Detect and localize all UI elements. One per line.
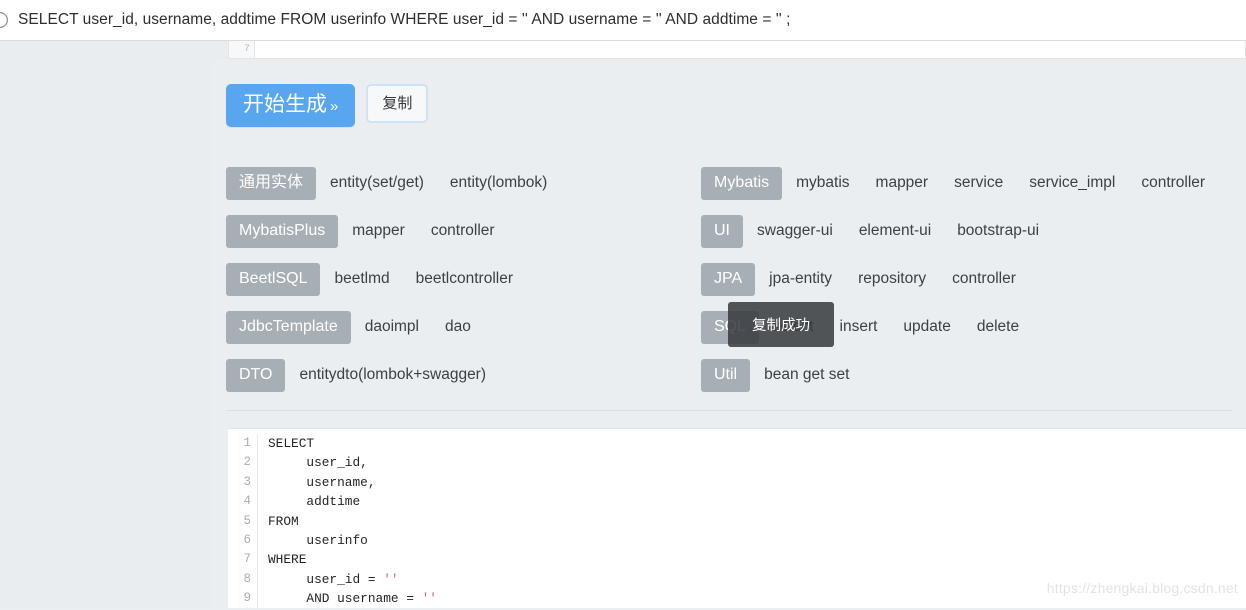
tag-link-list: daoimpl dao (365, 318, 471, 336)
tag-link[interactable]: jpa-entity (769, 270, 832, 288)
tag-badge[interactable]: JdbcTemplate (226, 310, 351, 344)
tag-link[interactable]: beetlmd (334, 270, 389, 288)
tag-link[interactable]: update (903, 318, 950, 336)
app-root: SELECT user_id, username, addtime FROM u… (0, 0, 1246, 610)
tag-link[interactable]: bean get set (764, 366, 849, 384)
tag-link-list: bean get set (764, 366, 849, 384)
tag-link[interactable]: daoimpl (365, 318, 419, 336)
query-text: SELECT user_id, username, addtime FROM u… (18, 11, 791, 28)
generate-button[interactable]: 开始生成» (226, 84, 356, 127)
tag-badge[interactable]: DTO (226, 358, 286, 392)
tag-badge[interactable]: 通用实体 (226, 166, 317, 200)
clock-history-icon (0, 0, 18, 41)
tag-link[interactable]: insert (840, 318, 878, 336)
tag-link[interactable]: service (954, 174, 1003, 192)
tag-link[interactable]: dao (445, 318, 471, 336)
tag-link-list: entitydto(lombok+swagger) (299, 366, 486, 384)
code-content: SELECT user_id, username, addtime FROM u… (268, 436, 437, 607)
tag-badge[interactable]: MybatisPlus (226, 214, 339, 248)
copy-success-toast: 复制成功 (728, 302, 834, 347)
tag-link[interactable]: beetlcontroller (416, 270, 513, 288)
code-line-numbers: 1 2 3 4 5 6 7 8 9 (228, 434, 258, 610)
tag-badge[interactable]: Util (701, 358, 751, 392)
tag-link-list: swagger-ui element-ui bootstrap-ui (757, 222, 1039, 240)
watermark: https://zhengkai.blog.csdn.net (1046, 580, 1238, 596)
tag-row: MybatisPlus mapper controller (226, 207, 701, 255)
tag-link[interactable]: entity(lombok) (450, 174, 547, 192)
tag-link[interactable]: controller (952, 270, 1016, 288)
tag-link[interactable]: mybatis (796, 174, 849, 192)
section-divider (226, 410, 1232, 411)
action-button-row: 开始生成» 复制 (226, 84, 429, 127)
tag-link[interactable]: controller (1141, 174, 1205, 192)
tag-link[interactable]: swagger-ui (757, 222, 833, 240)
tag-row: BeetlSQL beetlmd beetlcontroller (226, 255, 701, 303)
tag-badge[interactable]: JPA (701, 262, 756, 296)
tag-badge[interactable]: BeetlSQL (226, 262, 321, 296)
template-tag-grid: 通用实体 entity(set/get) entity(lombok) Myba… (226, 159, 1232, 399)
tag-link-list: jpa-entity repository controller (769, 270, 1016, 288)
generate-button-label: 开始生成 (243, 93, 327, 116)
tag-badge[interactable]: Mybatis (701, 166, 783, 200)
tag-row: 通用实体 entity(set/get) entity(lombok) (226, 159, 701, 207)
tag-link-list: entity(set/get) entity(lombok) (330, 174, 547, 192)
tag-link-list: beetlmd beetlcontroller (334, 270, 513, 288)
tag-row: JPA jpa-entity repository controller (701, 255, 1232, 303)
copy-button[interactable]: 复制 (366, 84, 429, 124)
tag-row: Util bean get set (701, 351, 1232, 399)
tag-link[interactable]: mapper (876, 174, 929, 192)
tag-link[interactable]: element-ui (859, 222, 931, 240)
tag-link[interactable]: delete (977, 318, 1019, 336)
tag-row: DTO entitydto(lombok+swagger) (226, 351, 701, 399)
tag-link[interactable]: mapper (352, 222, 405, 240)
tag-link[interactable]: entity(set/get) (330, 174, 424, 192)
tag-row: JdbcTemplate daoimpl dao (226, 303, 701, 351)
tag-badge[interactable]: UI (701, 214, 743, 248)
tag-link[interactable]: repository (858, 270, 926, 288)
sql-editor-panel-bottom-edge[interactable]: 7 (228, 41, 1246, 59)
generate-chevron-icon: » (330, 98, 339, 115)
tag-row: UI swagger-ui element-ui bootstrap-ui (701, 207, 1232, 255)
query-topbar: SELECT user_id, username, addtime FROM u… (0, 0, 1246, 41)
tag-row: Mybatis mybatis mapper service service_i… (701, 159, 1232, 207)
tag-link-list: mybatis mapper service service_impl cont… (796, 174, 1205, 192)
editor-line-number: 7 (229, 41, 255, 58)
tag-link[interactable]: entitydto(lombok+swagger) (299, 366, 486, 384)
tag-link[interactable]: controller (431, 222, 495, 240)
tag-link[interactable]: service_impl (1029, 174, 1115, 192)
tag-column-right: Mybatis mybatis mapper service service_i… (701, 159, 1232, 399)
tag-link-list: mapper controller (352, 222, 494, 240)
tag-column-left: 通用实体 entity(set/get) entity(lombok) Myba… (226, 159, 701, 399)
tag-link[interactable]: bootstrap-ui (957, 222, 1039, 240)
